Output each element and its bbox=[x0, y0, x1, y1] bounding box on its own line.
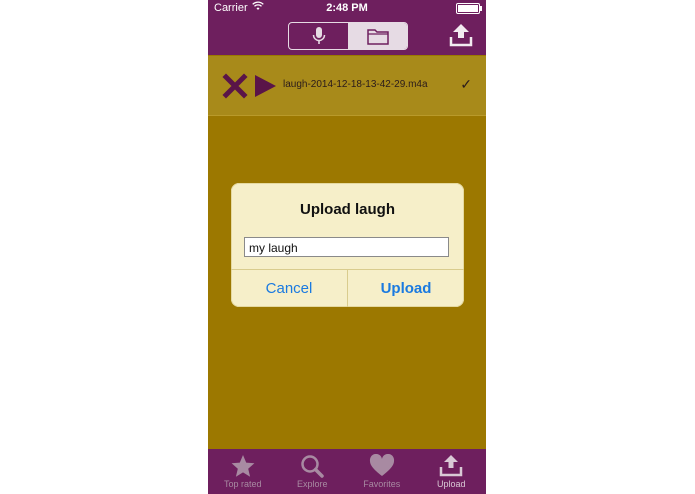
microphone-icon bbox=[312, 27, 325, 44]
tab-label: Upload bbox=[436, 479, 466, 489]
star-icon bbox=[231, 455, 255, 477]
tab-upload[interactable]: Upload bbox=[417, 449, 487, 494]
tab-label: Favorites bbox=[363, 479, 401, 489]
tab-label: Explore bbox=[296, 479, 328, 489]
upload-dialog: Upload laugh my laugh Cancel Upload bbox=[231, 183, 464, 307]
tab-bar: Top rated Explore Favorites Upload bbox=[208, 449, 486, 494]
navigation-bar: Carrier 2:48 PM bbox=[208, 0, 486, 55]
magnifier-icon bbox=[301, 455, 324, 478]
heart-icon bbox=[369, 454, 394, 476]
upload-icon bbox=[440, 455, 463, 477]
cancel-button[interactable]: Cancel bbox=[231, 269, 347, 307]
battery-icon bbox=[456, 3, 482, 14]
upload-icon[interactable] bbox=[448, 22, 474, 48]
tab-explore[interactable]: Explore bbox=[278, 449, 348, 494]
clock: 2:48 PM bbox=[326, 2, 368, 14]
recording-row[interactable]: laugh-2014-12-18-13-42-29.m4a ✓ bbox=[208, 56, 486, 116]
tab-top-rated[interactable]: Top rated bbox=[208, 449, 278, 494]
dialog-title: Upload laugh bbox=[300, 201, 395, 218]
upload-button[interactable]: Upload bbox=[348, 269, 464, 307]
recording-filename: laugh-2014-12-18-13-42-29.m4a bbox=[283, 79, 428, 90]
status-bar: Carrier 2:48 PM bbox=[208, 0, 486, 16]
segment-record[interactable] bbox=[289, 23, 348, 49]
record-browse-segmented-control[interactable] bbox=[288, 22, 408, 50]
play-icon[interactable] bbox=[252, 73, 278, 99]
laugh-name-input[interactable]: my laugh bbox=[244, 237, 449, 257]
checkmark-icon: ✓ bbox=[460, 76, 472, 92]
delete-icon[interactable] bbox=[222, 73, 248, 99]
segment-files[interactable] bbox=[348, 23, 407, 49]
tab-favorites[interactable]: Favorites bbox=[347, 449, 417, 494]
folder-icon bbox=[366, 29, 389, 45]
tab-label: Top rated bbox=[223, 479, 262, 489]
